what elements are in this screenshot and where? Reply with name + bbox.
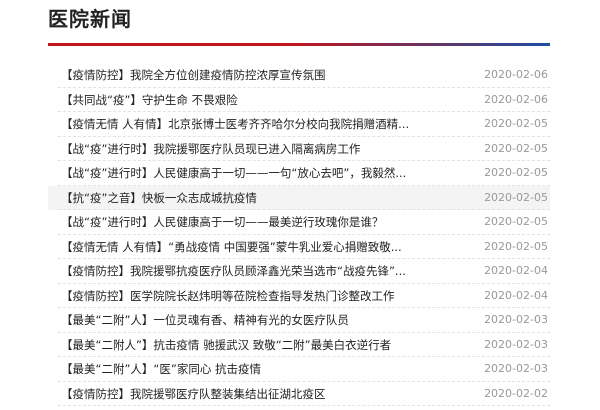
news-item[interactable]: 【共同战“疫”】守护生命 不畏艰险 2020-02-06: [48, 88, 550, 113]
news-item-date: 2020-02-04: [484, 288, 548, 302]
news-item-date: 2020-02-05: [484, 239, 548, 253]
news-item-title[interactable]: 【疫情防控】医学院院长赵炜明等莅院检查指导发热门诊整改工作: [61, 284, 395, 309]
news-item-date: 2020-02-03: [484, 313, 548, 326]
news-item[interactable]: 【疫情防控】我院全方位创建疫情防控浓厚宣传氛围 2020-02-06: [48, 63, 550, 88]
news-item[interactable]: 【疫情防控】我院援鄂抗疫医疗队员顾泽鑫光荣当选市“战疫先锋”... 2020-0…: [48, 259, 550, 284]
news-item-date: 2020-02-05: [484, 190, 548, 204]
news-item-title[interactable]: 【抗“疫”之音】快板一众志成城抗疫情: [61, 186, 257, 211]
news-item-date: 2020-02-05: [484, 166, 548, 179]
title-underline: [48, 43, 550, 46]
news-item[interactable]: 【最美“二附”人】“医”家同心 抗击疫情 2020-02-03: [48, 357, 550, 382]
news-item-title[interactable]: 【战“疫”进行时】人民健康高于一切——最美逆行玫瑰你是谁？: [61, 210, 383, 235]
news-item-date: 2020-02-05: [484, 141, 548, 155]
news-item-date: 2020-02-03: [484, 337, 548, 351]
news-item[interactable]: 【战“疫”进行时】我院援鄂医疗队员现已进入隔离病房工作 2020-02-05: [48, 137, 550, 162]
news-item[interactable]: 【疫情防控】医学院院长赵炜明等莅院检查指导发热门诊整改工作 2020-02-04: [48, 284, 550, 309]
news-item-title[interactable]: 【疫情无情 人有情】“勇战疫情 中国要强”蒙牛乳业爱心捐赠致敬...: [61, 235, 402, 260]
news-list: 【疫情防控】我院全方位创建疫情防控浓厚宣传氛围 2020-02-06 【共同战“…: [48, 63, 550, 406]
news-item-title[interactable]: 【战“疫”进行时】我院援鄂医疗队员现已进入隔离病房工作: [61, 137, 360, 162]
news-item[interactable]: 【疫情防控】我院援鄂医疗队整装集结出征湖北疫区 2020-02-02: [48, 382, 550, 407]
news-item-title[interactable]: 【疫情防控】我院援鄂医疗队整装集结出征湖北疫区: [61, 382, 326, 407]
news-item-title[interactable]: 【最美“二附”人】“医”家同心 抗击疫情: [61, 357, 261, 382]
section-title: 医院新闻: [48, 7, 132, 31]
news-item[interactable]: 【战“疫”进行时】人民健康高于一切——最美逆行玫瑰你是谁？ 2020-02-05: [48, 210, 550, 235]
news-item[interactable]: 【疫情无情 人有情】“勇战疫情 中国要强”蒙牛乳业爱心捐赠致敬... 2020-…: [48, 235, 550, 260]
news-item-highlighted[interactable]: 【抗“疫”之音】快板一众志成城抗疫情 2020-02-05: [48, 185, 550, 211]
news-item-title[interactable]: 【疫情无情 人有情】北京张博士医考齐齐哈尔分校向我院捐赠酒精...: [61, 112, 409, 137]
news-item-title[interactable]: 【共同战“疫”】守护生命 不畏艰险: [61, 88, 238, 113]
news-item-title[interactable]: 【最美“二附人”】抗击疫情 驰援武汉 致敬“二附”最美白衣逆行者: [61, 333, 391, 358]
news-page: 医院新闻 【疫情防控】我院全方位创建疫情防控浓厚宣传氛围 2020-02-06 …: [0, 0, 600, 410]
news-item-title[interactable]: 【最美“二附”人】一位灵魂有香、精神有光的女医疗队员: [61, 308, 349, 333]
news-item-title[interactable]: 【疫情防控】我院全方位创建疫情防控浓厚宣传氛围: [61, 63, 326, 88]
news-item-title[interactable]: 【战“疫”进行时】人民健康高于一切——一句“放心去吧”，我毅然...: [61, 161, 406, 186]
news-item-date: 2020-02-06: [484, 68, 548, 81]
news-item[interactable]: 【最美“二附人”】抗击疫情 驰援武汉 致敬“二附”最美白衣逆行者 2020-02…: [48, 333, 550, 358]
news-item-date: 2020-02-02: [484, 386, 548, 400]
news-item-date: 2020-02-05: [484, 215, 548, 228]
news-item[interactable]: 【战“疫”进行时】人民健康高于一切——一句“放心去吧”，我毅然... 2020-…: [48, 161, 550, 186]
news-item-date: 2020-02-03: [484, 362, 548, 375]
section-header: 医院新闻: [48, 0, 550, 46]
news-item-date: 2020-02-04: [484, 264, 548, 277]
news-item-title[interactable]: 【疫情防控】我院援鄂抗疫医疗队员顾泽鑫光荣当选市“战疫先锋”...: [61, 259, 406, 284]
news-item[interactable]: 【疫情无情 人有情】北京张博士医考齐齐哈尔分校向我院捐赠酒精... 2020-0…: [48, 112, 550, 137]
news-item[interactable]: 【最美“二附”人】一位灵魂有香、精神有光的女医疗队员 2020-02-03: [48, 308, 550, 333]
news-item-date: 2020-02-05: [484, 117, 548, 130]
news-item-date: 2020-02-06: [484, 92, 548, 106]
